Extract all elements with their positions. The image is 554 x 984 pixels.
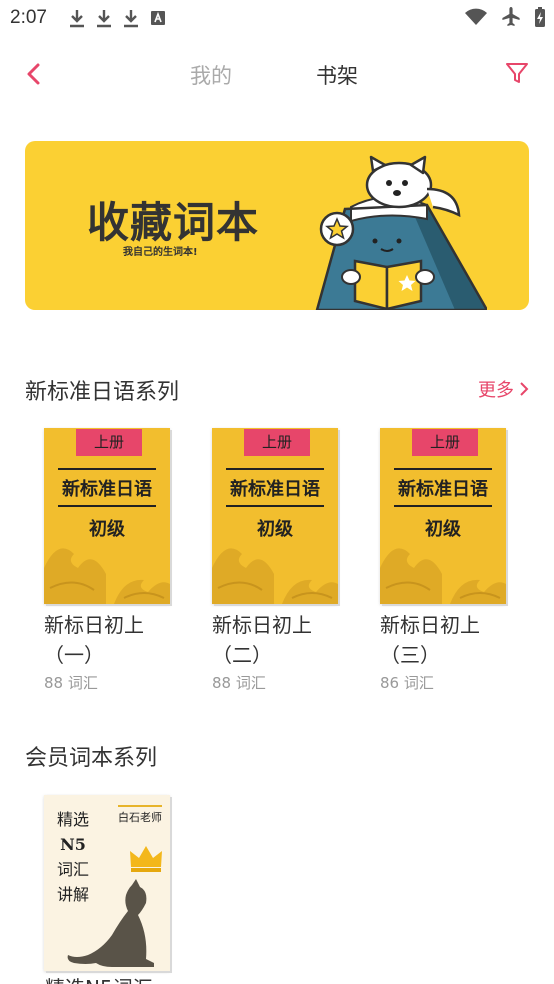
download-icon (70, 10, 84, 28)
cover-divider (226, 468, 324, 470)
cover-accent-bar (118, 805, 162, 807)
great-wave-pattern (212, 548, 338, 604)
status-bar: 2:07 (0, 0, 554, 38)
section-title-new-standard-japanese: 新标准日语系列 (25, 380, 180, 405)
download-icon (124, 10, 138, 28)
cover-divider (58, 505, 156, 507)
book-word-count: 88 词汇 (44, 674, 98, 692)
cover-divider (58, 468, 156, 470)
book-name-line2: （一） (44, 643, 104, 667)
crown-icon (130, 846, 162, 872)
book-word-count: 86 词汇 (380, 674, 434, 692)
cover-teacher: 白石老师 (118, 811, 162, 824)
cover-title: 新标准日语 (62, 479, 152, 500)
cover-line-text: 精选 (56, 810, 89, 829)
book-cover: 上册 新标准日语 初级 (380, 428, 506, 604)
book-word-count: 88 词汇 (212, 674, 266, 692)
status-system-icons (464, 6, 546, 28)
book-name-line1: 新标日初上 (44, 613, 144, 637)
mascot-reading-illustration (315, 155, 487, 310)
wifi-icon (465, 8, 487, 25)
great-wave-pattern (380, 548, 506, 604)
tab-mine[interactable]: 我的 (190, 60, 232, 90)
download-icon (97, 10, 111, 28)
book-name-line2: （三） (380, 643, 440, 667)
airplane-mode-icon (502, 7, 520, 26)
battery-charging-icon (535, 7, 545, 27)
cover-divider (394, 468, 492, 470)
book-name-line2: （二） (212, 643, 272, 667)
book-item[interactable]: 精选 N5 词汇 讲解 白石老师 (44, 795, 174, 971)
banner-title: 收藏词本 (87, 198, 260, 247)
book-item[interactable]: 上册 新标准日语 初级 新标日初上 （二） 88 词汇 (212, 428, 342, 693)
section-title-vip-wordbooks: 会员词本系列 (25, 746, 158, 771)
status-time: 2:07 (10, 7, 47, 28)
cover-volume-tag: 上册 (76, 429, 142, 456)
top-navbar: 我的 书架 (0, 44, 554, 104)
chevron-right-icon (520, 382, 529, 396)
back-arrow-icon[interactable] (20, 60, 48, 88)
more-link-label: 更多 (478, 380, 514, 401)
cover-title: 新标准日语 (398, 479, 488, 500)
book-item[interactable]: 上册 新标准日语 初级 新标日初上 （一） 88 词汇 (44, 428, 174, 693)
cover-divider (226, 505, 324, 507)
book-name-line1: 新标日初上 (380, 613, 480, 637)
app-notification-icon (151, 11, 165, 25)
book-item[interactable]: 上册 新标准日语 初级 新标日初上 （三） 86 词汇 (380, 428, 510, 693)
book-name: 新标日初上 （二） (212, 610, 342, 670)
tab-bookshelf[interactable]: 书架 (316, 60, 358, 90)
book-name-line1: 新标日初上 (212, 613, 312, 637)
collection-banner[interactable]: 收藏词本 我自己的生词本! (25, 141, 529, 310)
book-name: 新标日初上 （三） (380, 610, 510, 670)
cover-line-text: N5 (60, 835, 86, 854)
cover-volume-tag: 上册 (244, 429, 310, 456)
cover-title: 新标准日语 (230, 479, 320, 500)
book-cover: 上册 新标准日语 初级 (212, 428, 338, 604)
filter-icon[interactable] (504, 60, 530, 86)
great-wave-pattern (44, 548, 170, 604)
book-name: 精选N5词汇 (45, 972, 153, 984)
cat-silhouette-icon (67, 879, 154, 967)
book-name: 新标日初上 （一） (44, 610, 174, 670)
cover-divider (394, 505, 492, 507)
book-cover: 精选 N5 词汇 讲解 白石老师 (44, 795, 170, 971)
more-link[interactable]: 更多 (478, 376, 530, 402)
banner-subtitle: 我自己的生词本! (123, 247, 198, 258)
cover-volume-tag: 上册 (412, 429, 478, 456)
status-notification-icons (68, 8, 167, 28)
book-cover: 上册 新标准日语 初级 (44, 428, 170, 604)
